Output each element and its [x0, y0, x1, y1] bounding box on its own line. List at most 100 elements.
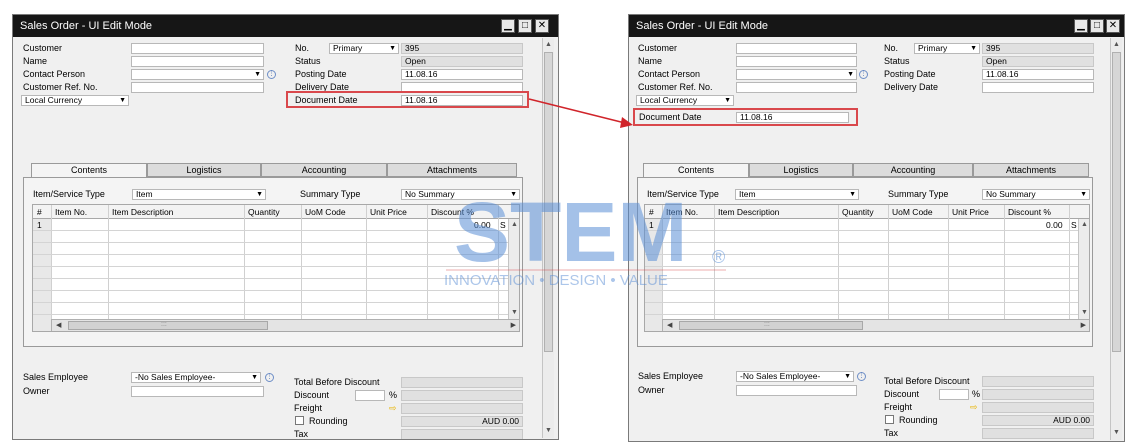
table-row[interactable] [33, 291, 519, 303]
scroll-thumb[interactable] [1112, 52, 1121, 352]
scroll-left-icon[interactable]: ◀ [56, 320, 61, 331]
customer-ref-label: Customer Ref. No. [638, 82, 713, 92]
document-date-field[interactable]: 11.08.16 [401, 95, 523, 106]
maximize-icon[interactable]: □ [1090, 19, 1104, 33]
currency-select[interactable]: Local Currency ▼ [636, 95, 734, 106]
info-icon[interactable]: ⋮ [267, 70, 276, 79]
scroll-down-icon[interactable]: ▼ [1079, 308, 1089, 318]
summary-type-label: Summary Type [300, 189, 361, 199]
tab-attachments[interactable]: Attachments [387, 163, 517, 177]
table-row[interactable] [645, 219, 1089, 231]
item-type-select[interactable]: Item ▼ [735, 189, 859, 200]
minimize-icon[interactable]: ▁ [501, 19, 515, 33]
document-date-field[interactable]: 11.08.16 [736, 112, 849, 123]
table-row[interactable] [33, 231, 519, 243]
contact-person-select[interactable]: ▼ [736, 69, 857, 80]
tab-attachments[interactable]: Attachments [973, 163, 1089, 177]
table-row[interactable] [33, 243, 519, 255]
table-row[interactable] [33, 279, 519, 291]
close-icon[interactable]: ✕ [535, 19, 549, 33]
customer-ref-field[interactable] [131, 82, 264, 93]
table-row[interactable] [33, 267, 519, 279]
discount-amount-field [982, 389, 1094, 400]
scroll-thumb[interactable]: ::: [679, 321, 863, 330]
row-number: 1 [37, 220, 42, 230]
discount-percent-field[interactable] [355, 390, 385, 401]
currency-select[interactable]: Local Currency ▼ [21, 95, 129, 106]
percent-label: % [972, 389, 981, 399]
scroll-right-icon[interactable]: ▶ [511, 320, 516, 331]
sales-employee-select[interactable]: -No Sales Employee- ▼ [736, 371, 854, 382]
scroll-up-icon[interactable]: ▲ [1111, 40, 1122, 50]
customer-field[interactable] [736, 43, 857, 54]
table-row[interactable] [33, 219, 519, 231]
table-row[interactable] [645, 243, 1089, 255]
sales-employee-select[interactable]: -No Sales Employee- ▼ [131, 372, 261, 383]
tab-contents[interactable]: Contents [643, 163, 749, 178]
line-items-grid[interactable]: # Item No. Item Description Quantity UoM… [32, 204, 520, 332]
customer-ref-field[interactable] [736, 82, 857, 93]
tab-accounting[interactable]: Accounting [261, 163, 387, 177]
owner-field[interactable] [736, 385, 857, 396]
customer-field[interactable] [131, 43, 264, 54]
tab-contents[interactable]: Contents [31, 163, 147, 178]
rounding-field: AUD 0.00 [982, 415, 1094, 426]
contact-person-select[interactable]: ▼ [131, 69, 264, 80]
info-icon[interactable]: ⋮ [265, 373, 274, 382]
grid-vertical-scrollbar[interactable]: ▲ ▼ [1078, 219, 1089, 319]
info-icon[interactable]: ⋮ [859, 70, 868, 79]
freight-link-arrow-icon[interactable]: ⇨ [970, 403, 980, 412]
chevron-down-icon: ▼ [847, 71, 854, 78]
tab-logistics[interactable]: Logistics [147, 163, 261, 177]
maximize-icon[interactable]: □ [518, 19, 532, 33]
freight-link-arrow-icon[interactable]: ⇨ [389, 404, 399, 413]
delivery-date-field[interactable] [982, 82, 1094, 93]
scroll-right-icon[interactable]: ▶ [1081, 320, 1086, 331]
grid-vertical-scrollbar[interactable]: ▲ ▼ [508, 219, 519, 319]
scroll-up-icon[interactable]: ▲ [1079, 220, 1089, 230]
scroll-left-icon[interactable]: ◀ [667, 320, 672, 331]
owner-field[interactable] [131, 386, 264, 397]
item-type-select[interactable]: Item ▼ [132, 189, 266, 200]
name-field[interactable] [736, 56, 857, 67]
summary-type-select[interactable]: No Summary ▼ [982, 189, 1090, 200]
table-row[interactable] [645, 231, 1089, 243]
posting-date-field[interactable]: 11.08.16 [401, 69, 523, 80]
status-label: Status [884, 56, 910, 66]
line-items-grid[interactable]: # Item No. Item Description Quantity UoM… [644, 204, 1090, 332]
posting-date-field[interactable]: 11.08.16 [982, 69, 1094, 80]
rounding-checkbox[interactable] [295, 416, 304, 425]
table-row[interactable] [645, 255, 1089, 267]
name-field[interactable] [131, 56, 264, 67]
scroll-down-icon[interactable]: ▼ [1111, 428, 1122, 438]
scroll-down-icon[interactable]: ▼ [509, 308, 519, 318]
table-row[interactable] [645, 267, 1089, 279]
chevron-down-icon: ▼ [849, 191, 856, 198]
table-row[interactable] [645, 291, 1089, 303]
col-header-item-no: Item No. [55, 207, 88, 217]
chevron-down-icon: ▼ [251, 374, 258, 381]
scroll-thumb[interactable]: ::: [68, 321, 268, 330]
tab-accounting[interactable]: Accounting [853, 163, 973, 177]
table-row[interactable] [645, 279, 1089, 291]
table-row[interactable] [645, 303, 1089, 315]
rounding-checkbox[interactable] [885, 415, 894, 424]
grid-horizontal-scrollbar[interactable]: ◀ ::: ▶ [51, 319, 519, 331]
series-select[interactable]: Primary ▼ [329, 43, 399, 54]
form-vertical-scrollbar[interactable]: ▲ ▼ [1110, 38, 1122, 440]
scroll-up-icon[interactable]: ▲ [543, 40, 554, 50]
scroll-down-icon[interactable]: ▼ [543, 426, 554, 436]
table-row[interactable] [33, 303, 519, 315]
minimize-icon[interactable]: ▁ [1074, 19, 1088, 33]
table-row[interactable] [33, 255, 519, 267]
info-icon[interactable]: ⋮ [857, 372, 866, 381]
row-number: 1 [649, 220, 654, 230]
tab-logistics[interactable]: Logistics [749, 163, 853, 177]
scroll-up-icon[interactable]: ▲ [509, 220, 519, 230]
close-icon[interactable]: ✕ [1106, 19, 1120, 33]
summary-type-select[interactable]: No Summary ▼ [401, 189, 520, 200]
grid-horizontal-scrollbar[interactable]: ◀ ::: ▶ [662, 319, 1089, 331]
title-bar: Sales Order - UI Edit Mode ▁ □ ✕ [629, 15, 1124, 37]
series-select[interactable]: Primary ▼ [914, 43, 980, 54]
discount-percent-field[interactable] [939, 389, 969, 400]
